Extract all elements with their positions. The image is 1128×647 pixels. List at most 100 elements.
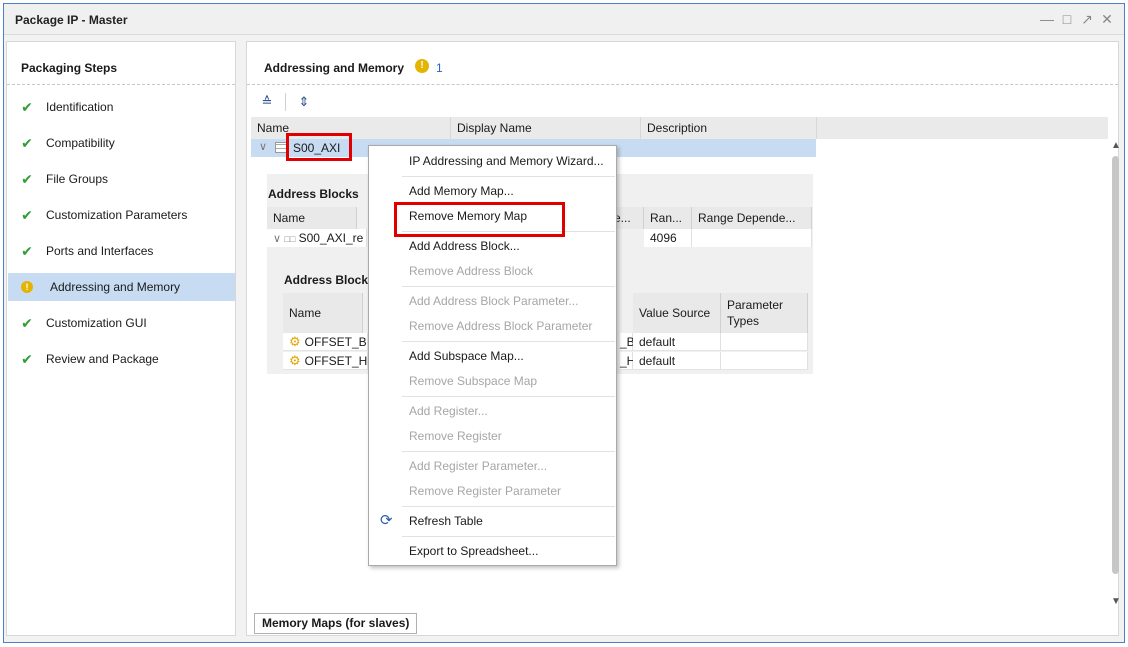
step-label: Ports and Interfaces xyxy=(46,244,154,258)
table-row[interactable]: ∨ □□ S00_AXI_re xyxy=(267,229,367,247)
truncated-cell: _B xyxy=(620,333,635,351)
maximize-icon[interactable]: □ xyxy=(1060,10,1074,28)
table-row[interactable]: ⚙ OFFSET_B xyxy=(283,333,368,351)
column-header-range-dependency[interactable]: Range Depende... xyxy=(692,207,812,229)
menu-item-refresh-table[interactable]: ⟳ Refresh Table xyxy=(370,509,616,533)
menu-item-add-address-block[interactable]: Add Address Block... xyxy=(370,234,616,258)
tab-memory-maps[interactable]: Memory Maps (for slaves) xyxy=(254,613,418,634)
menu-separator xyxy=(402,176,615,177)
packaging-steps-panel: Packaging Steps ✔ Identification ✔ Compa… xyxy=(6,41,236,636)
menu-item-export-to-spreadsheet[interactable]: Export to Spreadsheet... xyxy=(370,539,616,563)
column-header-name[interactable]: Name xyxy=(283,293,363,333)
menu-item-add-subspace-map[interactable]: Add Subspace Map... xyxy=(370,344,616,368)
window-title: Package IP - Master xyxy=(15,13,128,27)
address-block-name: S00_AXI_re xyxy=(298,231,364,245)
step-label: Compatibility xyxy=(46,136,115,150)
column-header-parameter-types[interactable]: Parameter Types xyxy=(721,293,808,333)
warning-icon: ! xyxy=(21,281,33,293)
chevron-down-icon[interactable]: ∨ xyxy=(273,233,281,245)
menu-item-remove-address-block: Remove Address Block xyxy=(409,264,534,278)
gear-icon: ⚙ xyxy=(289,353,301,368)
column-header-display-name[interactable]: Display Name xyxy=(451,117,641,139)
step-compatibility[interactable]: ✔ Compatibility xyxy=(8,129,235,157)
parameter-types-cell xyxy=(721,352,808,370)
menu-item-add-register-parameter: Add Register Parameter... xyxy=(409,459,548,473)
value-source-cell: default xyxy=(633,333,721,351)
menu-item-add-memory-map[interactable]: Add Memory Map... xyxy=(370,179,616,203)
menu-separator xyxy=(402,536,615,537)
menu-separator xyxy=(402,341,615,342)
panel-title: Addressing and Memory xyxy=(264,61,405,75)
menu-item-remove-register: Remove Register xyxy=(409,429,502,443)
column-header-range[interactable]: Ran... xyxy=(644,207,692,229)
menu-separator xyxy=(402,396,615,397)
range-dependency-cell xyxy=(692,229,812,247)
step-addressing-and-memory[interactable]: ! Addressing and Memory xyxy=(8,273,235,301)
collapse-all-icon[interactable]: ≙ xyxy=(257,93,277,111)
step-label: Customization Parameters xyxy=(46,208,188,222)
restore-icon[interactable]: ↗ xyxy=(1080,10,1094,28)
title-bar: Package IP - Master — □ ↗ ✕ xyxy=(4,4,1124,35)
checkmark-icon: ✔ xyxy=(21,170,33,187)
window-controls: — □ ↗ ✕ xyxy=(1040,10,1114,28)
menu-item-ip-addressing-wizard[interactable]: IP Addressing and Memory Wizard... xyxy=(370,149,616,173)
panel-title: Packaging Steps xyxy=(21,61,118,75)
checkmark-icon: ✔ xyxy=(21,134,33,151)
menu-item-remove-register-parameter: Remove Register Parameter xyxy=(409,484,562,498)
column-header-value-source[interactable]: Value Source xyxy=(633,293,721,333)
highlight-box xyxy=(394,202,565,237)
address-block-icon: □□ xyxy=(284,234,296,244)
scrollbar-thumb[interactable] xyxy=(1112,156,1119,574)
chevron-down-icon[interactable]: ∨ xyxy=(259,140,267,153)
address-blocks-title: Address Blocks xyxy=(268,187,359,201)
refresh-icon: ⟳ xyxy=(380,512,393,529)
step-label: Identification xyxy=(46,100,114,114)
step-label: File Groups xyxy=(46,172,109,186)
minimize-icon[interactable]: — xyxy=(1040,10,1054,28)
warning-count[interactable]: 1 xyxy=(436,61,443,75)
step-label: Customization GUI xyxy=(46,316,147,330)
address-block-params-title: Address Block xyxy=(284,273,369,287)
scroll-up-icon[interactable]: ▲ xyxy=(1110,140,1122,151)
menu-item-add-address-block-parameter: Add Address Block Parameter... xyxy=(409,294,579,308)
vertical-scrollbar[interactable]: ▲ ▼ xyxy=(1109,140,1123,610)
column-header-filler xyxy=(817,117,1108,139)
step-label: Review and Package xyxy=(46,352,159,366)
parameter-types-cell xyxy=(721,333,808,351)
warning-icon[interactable]: ! xyxy=(415,59,429,73)
menu-item-remove-subspace-map: Remove Subspace Map xyxy=(409,374,538,388)
step-ports-and-interfaces[interactable]: ✔ Ports and Interfaces xyxy=(8,237,235,265)
table-row[interactable]: ⚙ OFFSET_H xyxy=(283,352,368,370)
toolbar-separator xyxy=(285,93,286,111)
step-review-and-package[interactable]: ✔ Review and Package xyxy=(8,345,235,373)
menu-separator xyxy=(402,286,615,287)
range-cell: 4096 xyxy=(644,229,692,247)
checkmark-icon: ✔ xyxy=(21,206,33,223)
step-customization-gui[interactable]: ✔ Customization GUI xyxy=(8,309,235,337)
scroll-down-icon[interactable]: ▼ xyxy=(1110,596,1122,607)
checkmark-icon: ✔ xyxy=(21,314,33,331)
parameter-name: OFFSET_B xyxy=(304,335,367,349)
packaging-steps-header: Packaging Steps xyxy=(7,42,235,85)
step-label: Addressing and Memory xyxy=(50,280,181,294)
gear-icon: ⚙ xyxy=(289,334,301,349)
column-header-description[interactable]: Description xyxy=(641,117,817,139)
step-file-groups[interactable]: ✔ File Groups xyxy=(8,165,235,193)
menu-item-add-register: Add Register... xyxy=(409,404,488,418)
close-icon[interactable]: ✕ xyxy=(1100,10,1114,28)
addressing-memory-header: Addressing and Memory ! 1 xyxy=(247,42,1118,85)
checkmark-icon: ✔ xyxy=(21,98,33,115)
menu-item-label: Refresh Table xyxy=(409,514,483,528)
step-identification[interactable]: ✔ Identification xyxy=(8,93,235,121)
menu-item-remove-address-block-parameter: Remove Address Block Parameter xyxy=(409,319,593,333)
checkmark-icon: ✔ xyxy=(21,350,33,367)
menu-separator xyxy=(402,506,615,507)
truncated-cell: _H xyxy=(620,352,636,370)
highlight-box xyxy=(286,133,352,161)
expand-all-icon[interactable]: ⇕ xyxy=(294,93,314,111)
parameter-name: OFFSET_H xyxy=(304,354,368,368)
column-header-name[interactable]: Name xyxy=(267,207,357,229)
menu-separator xyxy=(402,451,615,452)
step-customization-parameters[interactable]: ✔ Customization Parameters xyxy=(8,201,235,229)
table-toolbar: ≙ ⇕ xyxy=(257,92,314,112)
